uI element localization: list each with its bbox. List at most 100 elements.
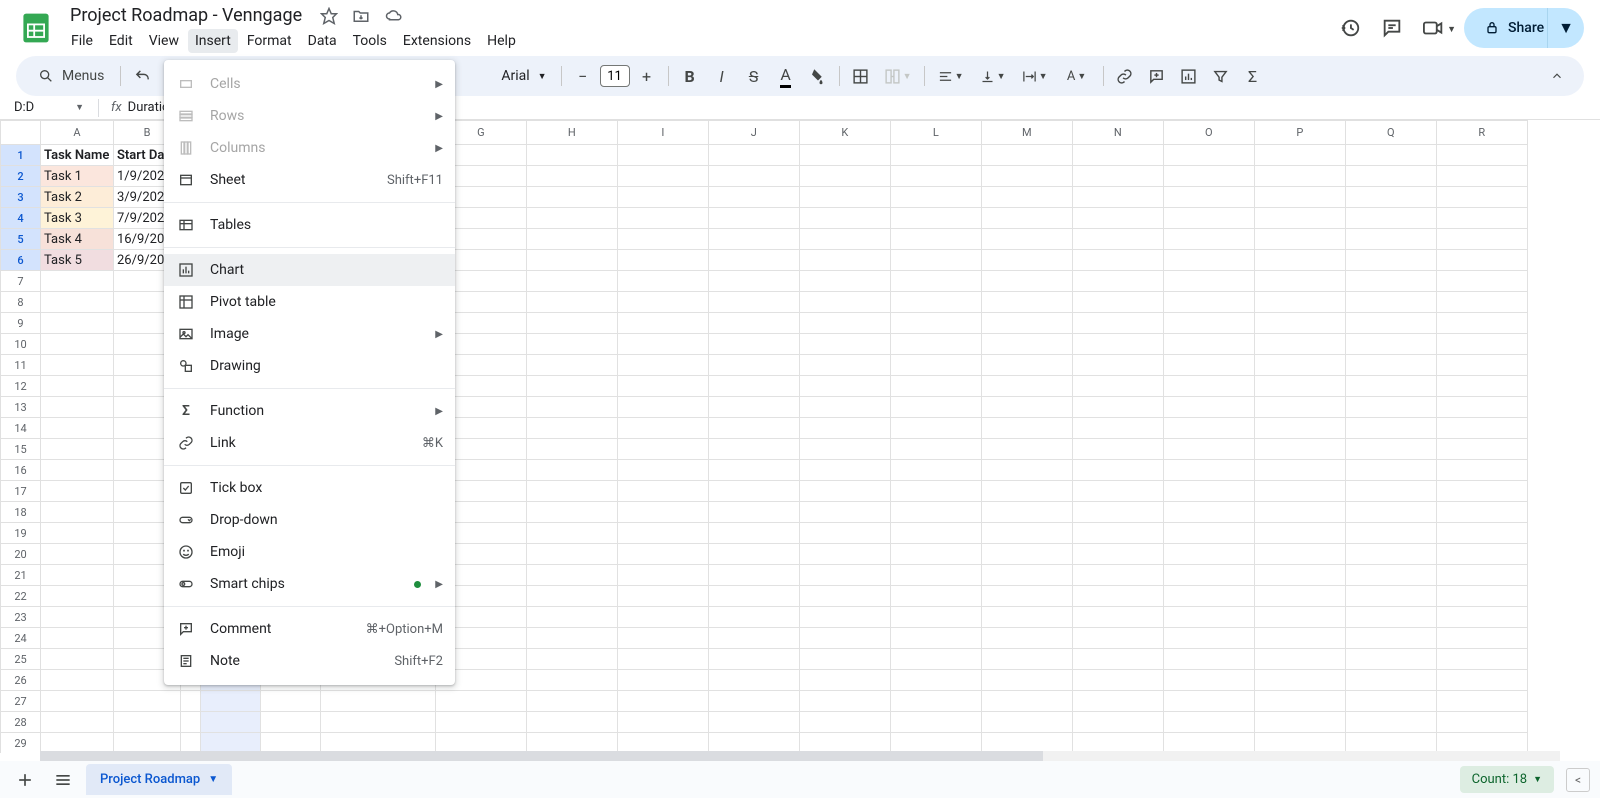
row-header[interactable]: 20 bbox=[1, 544, 41, 565]
cell[interactable] bbox=[1072, 607, 1163, 628]
cell[interactable] bbox=[617, 649, 708, 670]
cell[interactable] bbox=[708, 229, 799, 250]
cell[interactable] bbox=[1163, 418, 1254, 439]
cell[interactable] bbox=[1345, 271, 1436, 292]
cell[interactable] bbox=[708, 313, 799, 334]
cell[interactable] bbox=[617, 565, 708, 586]
cell[interactable] bbox=[1163, 586, 1254, 607]
cell[interactable] bbox=[890, 712, 981, 733]
cell[interactable] bbox=[526, 502, 617, 523]
cell[interactable] bbox=[1345, 376, 1436, 397]
cell[interactable] bbox=[41, 565, 114, 586]
cell[interactable] bbox=[526, 523, 617, 544]
cell[interactable] bbox=[617, 334, 708, 355]
increase-font-button[interactable]: + bbox=[632, 61, 662, 91]
cell[interactable] bbox=[41, 649, 114, 670]
cell[interactable] bbox=[1163, 334, 1254, 355]
cell[interactable] bbox=[1254, 544, 1345, 565]
sheet-tab[interactable]: Project Roadmap ▼ bbox=[86, 764, 232, 795]
cell[interactable] bbox=[1345, 313, 1436, 334]
cell[interactable] bbox=[799, 523, 890, 544]
cell[interactable] bbox=[526, 418, 617, 439]
cell[interactable] bbox=[617, 250, 708, 271]
document-title[interactable]: Project Roadmap - Venngage bbox=[64, 3, 308, 28]
cell[interactable] bbox=[321, 712, 436, 733]
row-header[interactable]: 14 bbox=[1, 418, 41, 439]
row-header[interactable]: 28 bbox=[1, 712, 41, 733]
cell[interactable] bbox=[890, 586, 981, 607]
cell[interactable] bbox=[890, 313, 981, 334]
cell[interactable] bbox=[1436, 481, 1527, 502]
cell[interactable] bbox=[526, 145, 617, 166]
cell[interactable] bbox=[981, 460, 1072, 481]
cell[interactable] bbox=[1436, 313, 1527, 334]
cell[interactable] bbox=[1163, 376, 1254, 397]
font-family-select[interactable]: Arial ▼ bbox=[493, 68, 554, 84]
menu-item-sheet[interactable]: SheetShift+F11 bbox=[164, 164, 455, 196]
cell[interactable] bbox=[1436, 565, 1527, 586]
cell[interactable] bbox=[1254, 607, 1345, 628]
column-header-R[interactable]: R bbox=[1436, 121, 1527, 145]
decrease-font-button[interactable]: − bbox=[568, 61, 598, 91]
cell[interactable] bbox=[708, 586, 799, 607]
cell[interactable] bbox=[526, 712, 617, 733]
cell[interactable] bbox=[1163, 733, 1254, 754]
cell[interactable] bbox=[526, 397, 617, 418]
cell[interactable] bbox=[890, 607, 981, 628]
cell[interactable] bbox=[1163, 670, 1254, 691]
insert-comment-button[interactable] bbox=[1142, 61, 1172, 91]
cell[interactable] bbox=[1436, 586, 1527, 607]
row-header[interactable]: 3 bbox=[1, 187, 41, 208]
cell[interactable] bbox=[1163, 313, 1254, 334]
cell[interactable] bbox=[981, 145, 1072, 166]
cell[interactable] bbox=[617, 439, 708, 460]
cell[interactable] bbox=[41, 481, 114, 502]
cell[interactable] bbox=[1436, 670, 1527, 691]
cell[interactable] bbox=[708, 733, 799, 754]
cell[interactable] bbox=[526, 250, 617, 271]
cell[interactable] bbox=[799, 292, 890, 313]
explore-button[interactable]: < bbox=[1566, 768, 1590, 792]
cell[interactable] bbox=[708, 376, 799, 397]
cell[interactable] bbox=[41, 292, 114, 313]
cell[interactable] bbox=[1072, 166, 1163, 187]
menu-item-link[interactable]: Link⌘K bbox=[164, 427, 455, 459]
cell[interactable] bbox=[617, 208, 708, 229]
cell[interactable] bbox=[1072, 334, 1163, 355]
cell[interactable] bbox=[981, 586, 1072, 607]
font-size-input[interactable] bbox=[600, 65, 630, 87]
cell[interactable] bbox=[261, 691, 321, 712]
cell[interactable] bbox=[1254, 460, 1345, 481]
cell[interactable] bbox=[1254, 523, 1345, 544]
cell[interactable] bbox=[799, 691, 890, 712]
cell[interactable] bbox=[1436, 292, 1527, 313]
cell[interactable] bbox=[981, 418, 1072, 439]
wrap-button[interactable]: ▼ bbox=[1015, 61, 1055, 91]
cell[interactable] bbox=[1345, 187, 1436, 208]
menu-insert[interactable]: Insert bbox=[188, 29, 238, 53]
column-header-K[interactable]: K bbox=[799, 121, 890, 145]
cell[interactable] bbox=[1345, 208, 1436, 229]
cell[interactable] bbox=[1072, 670, 1163, 691]
cell[interactable] bbox=[1436, 544, 1527, 565]
cell[interactable] bbox=[799, 334, 890, 355]
column-header-A[interactable]: A bbox=[41, 121, 114, 145]
cell[interactable] bbox=[1072, 208, 1163, 229]
cell[interactable] bbox=[617, 313, 708, 334]
cell[interactable] bbox=[1072, 565, 1163, 586]
cell[interactable] bbox=[799, 145, 890, 166]
cell[interactable] bbox=[1436, 376, 1527, 397]
filter-button[interactable] bbox=[1206, 61, 1236, 91]
row-header[interactable]: 17 bbox=[1, 481, 41, 502]
cell[interactable] bbox=[799, 397, 890, 418]
cell[interactable] bbox=[1254, 229, 1345, 250]
column-header-I[interactable]: I bbox=[617, 121, 708, 145]
cell[interactable]: Task Name bbox=[41, 145, 114, 166]
cell[interactable] bbox=[1163, 628, 1254, 649]
cell[interactable] bbox=[1345, 418, 1436, 439]
cell[interactable] bbox=[1163, 250, 1254, 271]
cell[interactable] bbox=[526, 355, 617, 376]
cell[interactable] bbox=[41, 460, 114, 481]
row-header[interactable]: 16 bbox=[1, 460, 41, 481]
italic-button[interactable]: I bbox=[707, 61, 737, 91]
